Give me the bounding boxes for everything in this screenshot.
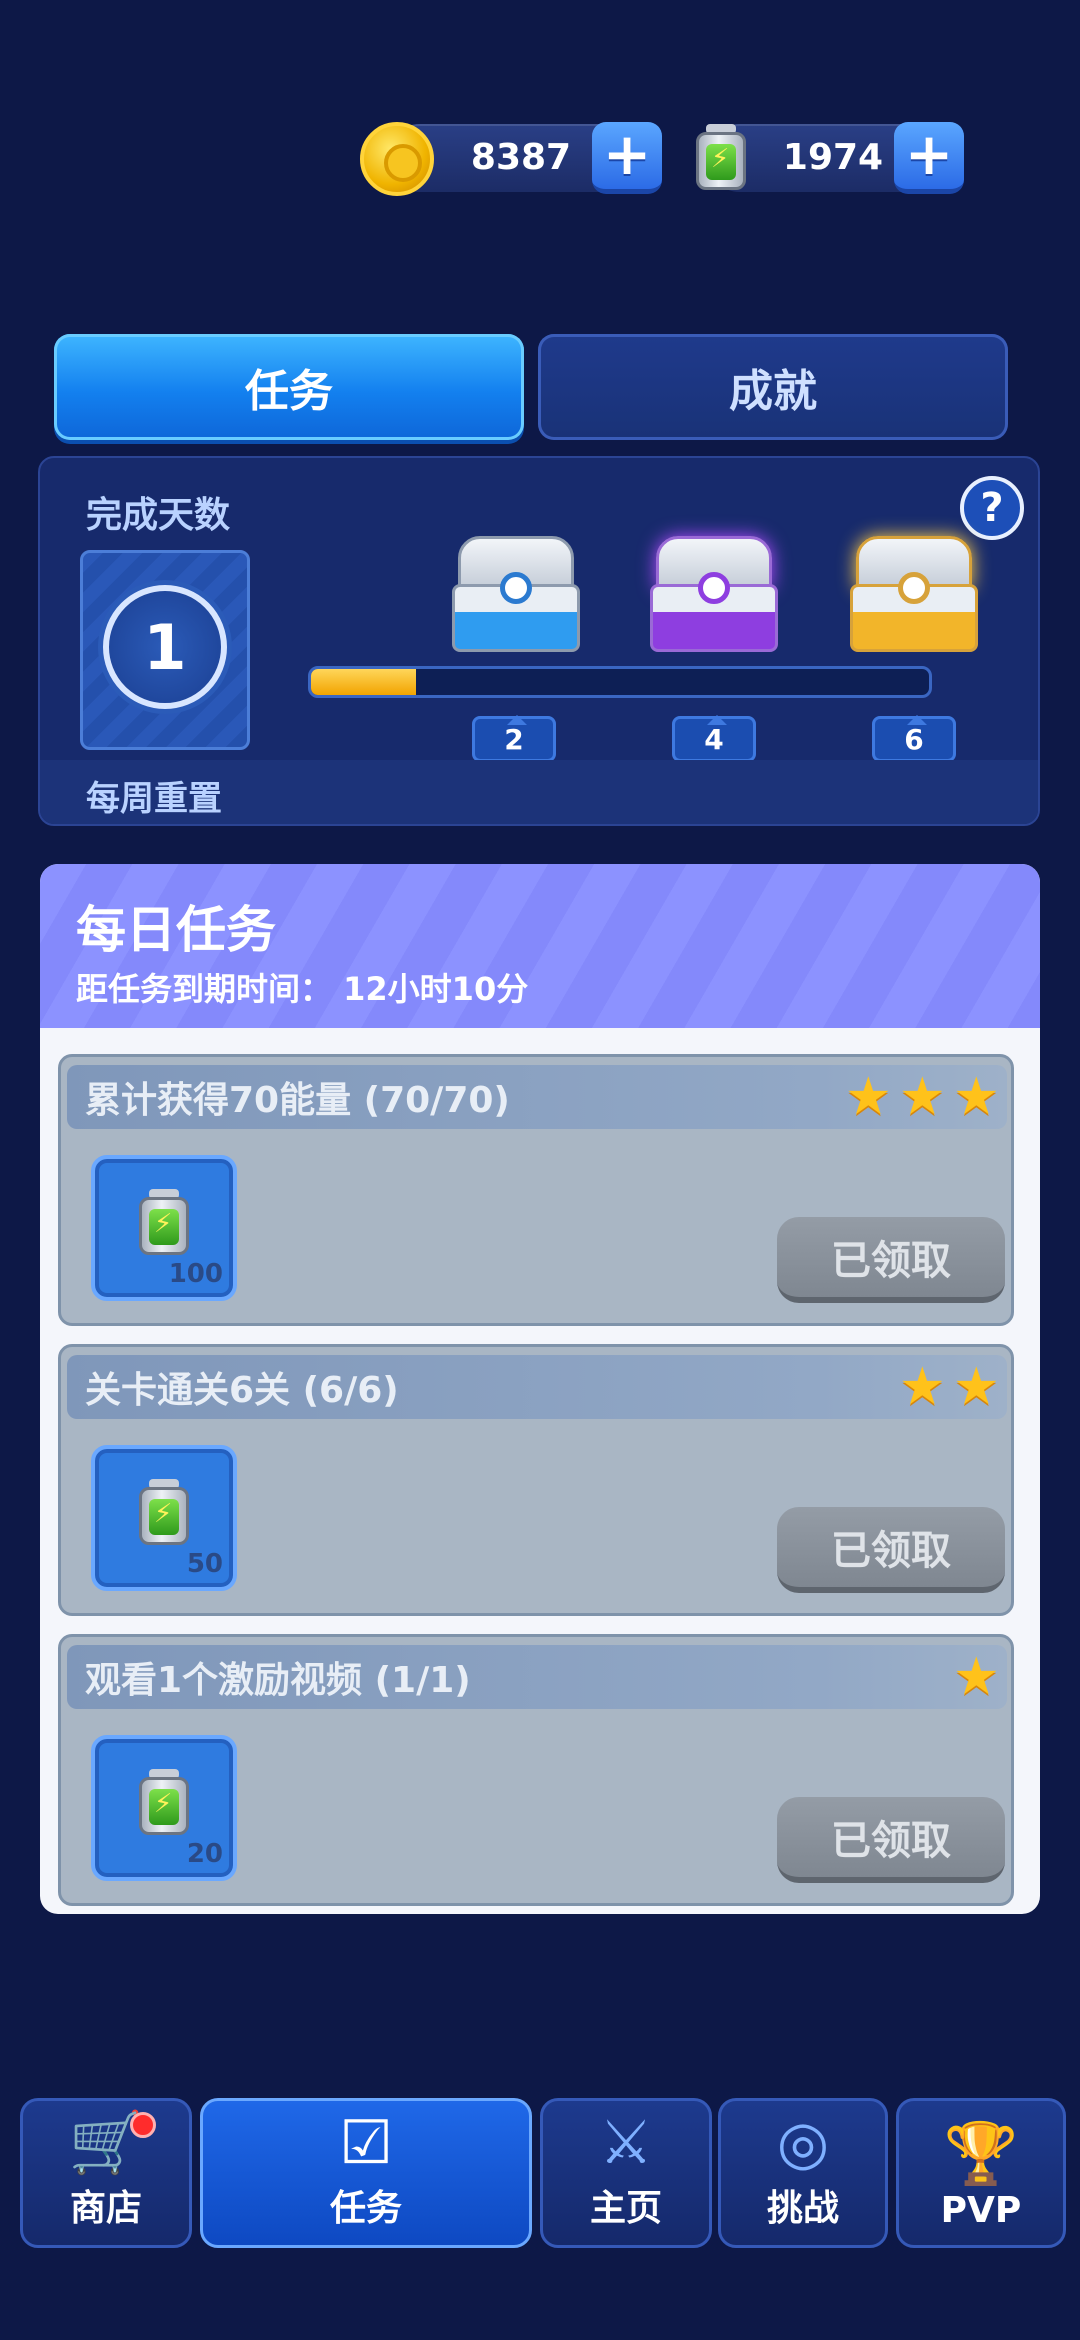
star-icon: ★ [953, 1647, 1000, 1707]
target-icon: ◎ [776, 2108, 830, 2178]
progress-track [308, 666, 932, 698]
energy-battery-icon: ⚡ [696, 124, 746, 190]
task-title: 观看1个激励视频 (1/1) [85, 1660, 471, 1701]
nav-home-label: 主页 [589, 2188, 662, 2229]
milestone-marker: 4 [672, 715, 756, 762]
milestone-marker: 2 [472, 715, 556, 762]
daily-tasks-panel: 每日任务 距任务到期时间： 12小时10分 累计获得70能量 (70/70) ★… [40, 864, 1040, 1914]
star-icon: ★ [899, 1357, 946, 1417]
star-icon: ★ [953, 1357, 1000, 1417]
energy-battery-icon: ⚡ [139, 1189, 189, 1255]
clipboard-check-icon: ☑ [339, 2108, 393, 2178]
nav-shop[interactable]: 🛒 商店 [20, 2098, 192, 2248]
day-count: 1 [103, 585, 227, 709]
reward-energy: ⚡ 20 [91, 1735, 237, 1881]
claimed-button[interactable]: 已领取 [777, 1507, 1005, 1593]
reward-amount: 50 [186, 1549, 223, 1579]
tab-achievements[interactable]: 成就 [538, 334, 1008, 440]
daily-tasks-header: 每日任务 距任务到期时间： 12小时10分 [40, 864, 1040, 1028]
add-coins-button[interactable]: + [592, 122, 662, 194]
reward-amount: 100 [168, 1259, 223, 1289]
star-icon: ★ [899, 1067, 946, 1127]
tab-tasks[interactable]: 任务 [54, 334, 524, 440]
task-title: 累计获得70能量 (70/70) [85, 1080, 510, 1121]
energy-battery-icon: ⚡ [139, 1479, 189, 1545]
trophy-icon: 🏆 [943, 2119, 1019, 2189]
daily-tasks-countdown: 距任务到期时间： 12小时10分 [76, 970, 529, 1008]
claimed-button[interactable]: 已领取 [777, 1797, 1005, 1883]
reward-amount: 20 [186, 1839, 223, 1869]
task-title: 关卡通关6关 (6/6) [85, 1370, 399, 1411]
task-card: 观看1个激励视频 (1/1) ★ ⚡ 20 已领取 [58, 1634, 1014, 1906]
energy-battery-icon: ⚡ [139, 1769, 189, 1835]
notification-dot [130, 2112, 156, 2138]
nav-tasks-label: 任务 [329, 2188, 402, 2229]
reward-energy: ⚡ 100 [91, 1155, 237, 1301]
chest-purple-icon[interactable] [650, 536, 778, 654]
nav-challenge[interactable]: ◎ 挑战 [718, 2098, 888, 2248]
coin-icon [360, 122, 434, 196]
nav-pvp-label: PVP [940, 2190, 1022, 2231]
completion-days-panel: 完成天数 ? 1 2 4 6 每周重置 [38, 456, 1040, 826]
task-card: 累计获得70能量 (70/70) ★ ★ ★ ⚡ 100 已领取 [58, 1054, 1014, 1326]
daily-tasks-title: 每日任务 [76, 901, 276, 959]
reset-bar: 每周重置 [40, 760, 1038, 824]
chest-silver-icon[interactable] [452, 536, 580, 654]
day-count-box: 1 [80, 550, 250, 750]
chest-gold-icon[interactable] [850, 536, 978, 654]
completion-days-title: 完成天数 [86, 495, 231, 536]
nav-home[interactable]: ⚔ 主页 [540, 2098, 712, 2248]
reward-energy: ⚡ 50 [91, 1445, 237, 1591]
nav-tasks[interactable]: ☑ 任务 [200, 2098, 532, 2248]
star-icon: ★ [953, 1067, 1000, 1127]
claimed-button[interactable]: 已领取 [777, 1217, 1005, 1303]
help-button[interactable]: ? [960, 476, 1024, 540]
star-icon: ★ [845, 1067, 892, 1127]
nav-shop-label: 商店 [69, 2188, 142, 2229]
nav-pvp[interactable]: 🏆 PVP [896, 2098, 1066, 2248]
add-energy-button[interactable]: + [894, 122, 964, 194]
task-card: 关卡通关6关 (6/6) ★ ★ ⚡ 50 已领取 [58, 1344, 1014, 1616]
nav-challenge-label: 挑战 [766, 2188, 839, 2229]
weekly-reset-text: 每周重置 [86, 779, 222, 819]
progress-fill [311, 669, 417, 695]
milestone-marker: 6 [872, 715, 956, 762]
crossed-swords-icon: ⚔ [599, 2108, 653, 2178]
